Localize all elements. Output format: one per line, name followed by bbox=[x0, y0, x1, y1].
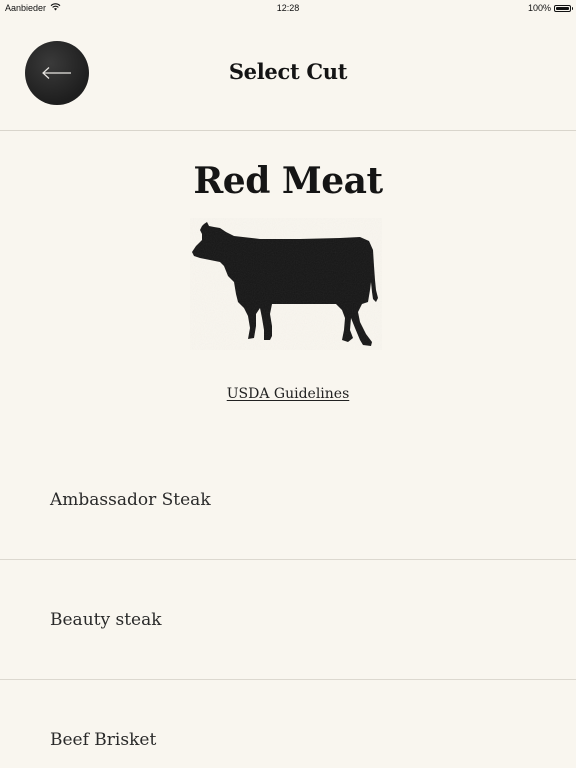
usda-guidelines-link[interactable]: USDA Guidelines bbox=[227, 386, 350, 402]
list-item[interactable]: Beef Brisket bbox=[0, 680, 576, 768]
cut-item-label: Beef Brisket bbox=[50, 730, 157, 750]
cut-item-label: Beauty steak bbox=[50, 610, 162, 630]
list-item[interactable]: Ambassador Steak bbox=[0, 440, 576, 560]
navigation-header: Select Cut bbox=[0, 16, 576, 131]
cut-list: Ambassador Steak Beauty steak Beef Brisk… bbox=[0, 440, 576, 768]
list-item[interactable]: Beauty steak bbox=[0, 560, 576, 680]
category-title: Red Meat bbox=[193, 160, 383, 202]
status-time: 12:28 bbox=[276, 3, 300, 13]
status-right: 100% bbox=[527, 3, 573, 13]
page-title: Select Cut bbox=[228, 59, 348, 84]
usda-guidelines-link-row: USDA Guidelines bbox=[0, 386, 576, 402]
battery-fill bbox=[556, 6, 569, 10]
screen: Aanbieder 12:28 100% Select Cut Red Meat… bbox=[0, 0, 576, 768]
cut-item-label: Ambassador Steak bbox=[50, 490, 211, 510]
status-bar: Aanbieder 12:28 100% bbox=[0, 0, 576, 16]
battery-percent: 100% bbox=[527, 3, 551, 13]
cow-icon bbox=[190, 218, 382, 350]
battery-icon bbox=[554, 4, 573, 12]
